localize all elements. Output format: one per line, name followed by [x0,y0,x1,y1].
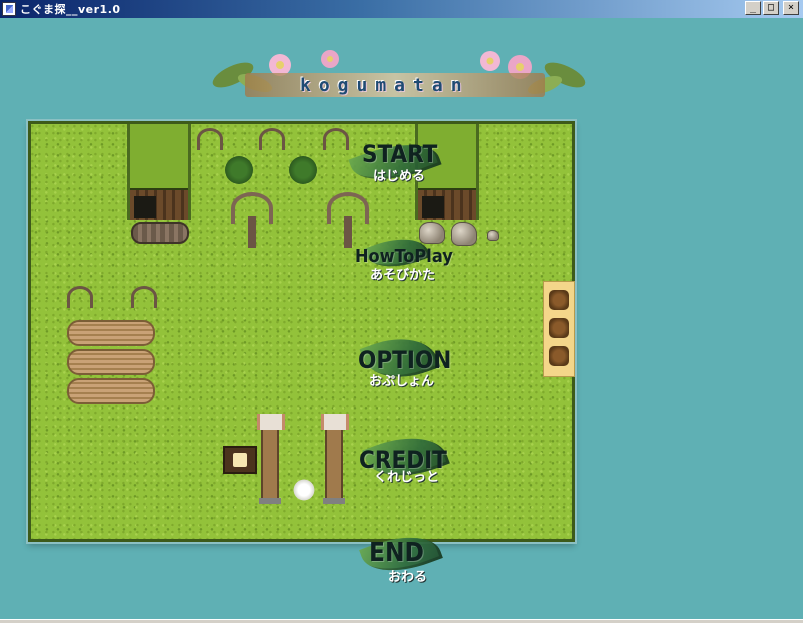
logo-text: kogumatan [300,75,470,96]
green-bush [289,156,317,184]
maximize-button[interactable]: □ [763,1,779,15]
window-controls: _ □ × [745,1,799,15]
window-bottom-edge [0,619,803,623]
close-button[interactable]: × [783,1,799,15]
farm-field [67,320,155,408]
menu-end-sublabel: おわる [388,570,428,585]
fallen-log [131,222,189,244]
window-title: こぐま探__ver1.0 [20,3,121,16]
menu-credit-button[interactable]: CREDIT くれじっと [345,423,465,491]
title-map [28,121,575,542]
title-bar[interactable]: こぐま探__ver1.0 _ □ × [0,0,803,18]
side-item-strip [543,281,575,377]
cliff-left [127,124,191,220]
menu-start-sublabel: はじめる [373,169,426,184]
menu-start-button[interactable]: START はじめる [340,130,460,194]
menu-end-button[interactable]: END おわる [355,524,455,588]
app-icon[interactable] [2,2,16,16]
gate-post [257,414,285,504]
menu-howtoplay-sublabel: あそびかた [370,268,436,283]
item-icon [549,346,569,366]
bare-shrub [67,286,93,308]
item-icon [549,290,569,310]
gate-post [321,414,349,504]
white-flower [291,479,317,501]
bare-shrub [131,286,157,308]
menu-end-label: END [369,538,424,568]
item-icon [549,318,569,338]
minimize-button[interactable]: _ [745,1,761,15]
menu-start-label: START [362,140,438,168]
bare-shrub [259,128,285,150]
menu-howtoplay-button[interactable]: HowToPlay あそびかた [345,228,465,288]
bare-shrub [197,128,223,150]
menu-option-button[interactable]: OPTION おぷしょん [345,322,465,392]
menu-option-sublabel: おぷしょん [369,374,435,389]
beer-sign-icon [223,446,257,474]
rock [487,230,499,241]
menu-credit-sublabel: くれじっと [374,470,440,485]
bare-tree [227,192,277,248]
green-bush [225,156,253,184]
game-logo: kogumatan [205,45,595,101]
